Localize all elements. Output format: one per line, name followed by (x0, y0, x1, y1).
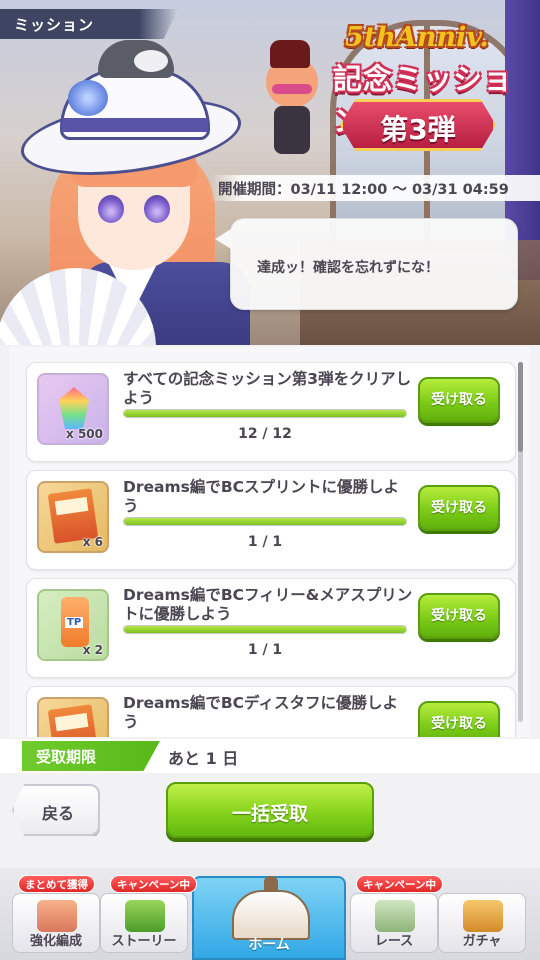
nav-gacha-label: ガチャ (462, 934, 502, 949)
progress-text: 1 / 1 (247, 642, 283, 658)
mission-title: Dreams編でBCスプリントに優勝しよう (123, 478, 400, 515)
speech-text: 達成ッ！確認を忘れずにな！ (257, 260, 439, 276)
item-book-icon (47, 704, 99, 737)
chibi-glasses (272, 84, 312, 94)
reward-item[interactable]: x 6 (37, 481, 109, 553)
mission-card: x 2 Dreams編でBCフィリー&メアスプリントに優勝しよう 1 / 1 受… (26, 578, 516, 678)
blue-rose-icon (68, 80, 108, 116)
nav-home-label: ホーム (248, 937, 290, 953)
anniversary-logo: 5thAnniv. (345, 22, 489, 53)
enhance-character-icon (37, 900, 77, 932)
deadline-label: 受取期限 (36, 748, 97, 766)
nav-story-label: ストーリー (111, 934, 177, 949)
nav-race[interactable]: レース (350, 893, 438, 953)
progress-bar-fill (124, 410, 406, 417)
bulk-claim-label: 一括受取 (231, 803, 308, 825)
progress-bar (123, 409, 407, 418)
event-logo-sub: 第3弾 (380, 113, 456, 146)
reward-quantity: x 6 (82, 535, 103, 549)
deadline-value: あと 1 日 (168, 749, 239, 768)
bulk-claim-button[interactable]: 一括受取 (166, 782, 374, 838)
claim-button[interactable]: 受け取る (418, 593, 500, 639)
screen-title: ミッション (14, 16, 95, 34)
progress-bar (123, 517, 407, 526)
mission-card: Dreams編でBCディスタフに優勝しよう 受け取る (26, 686, 516, 737)
claim-button[interactable]: 受け取る (418, 485, 500, 531)
mission-title: すべての記念ミッション第3弾をクリアしよう (123, 370, 412, 407)
deadline-label-tag: 受取期限 (22, 741, 160, 771)
progress-bar (123, 625, 407, 634)
nav-race-label: レース (374, 934, 414, 949)
chibi-hat (270, 40, 310, 68)
mission-list[interactable]: x 500 すべての記念ミッション第3弾をクリアしよう 12 / 12 受け取る… (10, 347, 530, 737)
event-logo-plate: 第3弾 (340, 99, 496, 151)
gacha-door-icon (463, 900, 503, 932)
claim-button[interactable]: 受け取る (418, 701, 500, 737)
mission-title: Dreams編でBCディスタフに優勝しよう (123, 694, 398, 731)
progress-bar-fill (124, 626, 406, 633)
screen-title-tab: ミッション (0, 9, 178, 39)
reward-item[interactable] (37, 697, 109, 737)
character-eye-right (144, 195, 170, 223)
nav-story[interactable]: ストーリー (100, 893, 188, 953)
nav-home[interactable]: ホーム (192, 876, 346, 960)
race-track-icon (375, 900, 415, 932)
event-period: 開催期間：03/11 12:00 ～ 03/31 04:59 (210, 175, 540, 201)
scrollbar-thumb[interactable] (518, 362, 523, 452)
speech-bubble: 達成ッ！確認を忘れずにな！ (215, 218, 518, 310)
nav-story-badge: キャンペーン中 (110, 875, 197, 893)
nav-gacha[interactable]: ガチャ (438, 893, 526, 953)
mission-card: x 6 Dreams編でBCスプリントに優勝しよう 1 / 1 受け取る (26, 470, 516, 570)
chibi-character (258, 36, 324, 162)
chibi-body (274, 106, 310, 154)
rainbow-gem-icon (59, 387, 89, 429)
progress-text: 12 / 12 (238, 426, 292, 442)
reward-quantity: x 2 (82, 643, 103, 657)
mission-title: Dreams編でBCフィリー&メアスプリントに優勝しよう (123, 586, 413, 623)
nav-enhance-badge: まとめて獲得 (18, 875, 95, 893)
story-book-icon (125, 900, 165, 932)
tp-bottle-icon (61, 597, 89, 647)
back-button[interactable]: 戻る (12, 784, 100, 836)
back-button-label: 戻る (42, 804, 75, 823)
nav-race-badge: キャンペーン中 (356, 875, 443, 893)
progress-text: 1 / 1 (247, 534, 283, 550)
cat-on-hat (98, 40, 174, 78)
mission-card: x 500 すべての記念ミッション第3弾をクリアしよう 12 / 12 受け取る (26, 362, 516, 462)
reward-quantity: x 500 (66, 427, 103, 441)
hat-band (62, 118, 208, 132)
character-eye-left (98, 195, 124, 223)
claim-button[interactable]: 受け取る (418, 377, 500, 423)
reward-item[interactable]: x 500 (37, 373, 109, 445)
reward-item[interactable]: x 2 (37, 589, 109, 661)
event-period-text: 開催期間：03/11 12:00 ～ 03/31 04:59 (218, 182, 509, 198)
nav-enhance[interactable]: 強化編成 (12, 893, 100, 953)
progress-bar-fill (124, 518, 406, 525)
home-building-icon (232, 876, 310, 940)
nav-enhance-label: 強化編成 (29, 934, 82, 949)
mission-banner: ミッション 5thAnniv. 記念ミッション 第3弾 開催期間：03/11 1… (0, 0, 540, 345)
